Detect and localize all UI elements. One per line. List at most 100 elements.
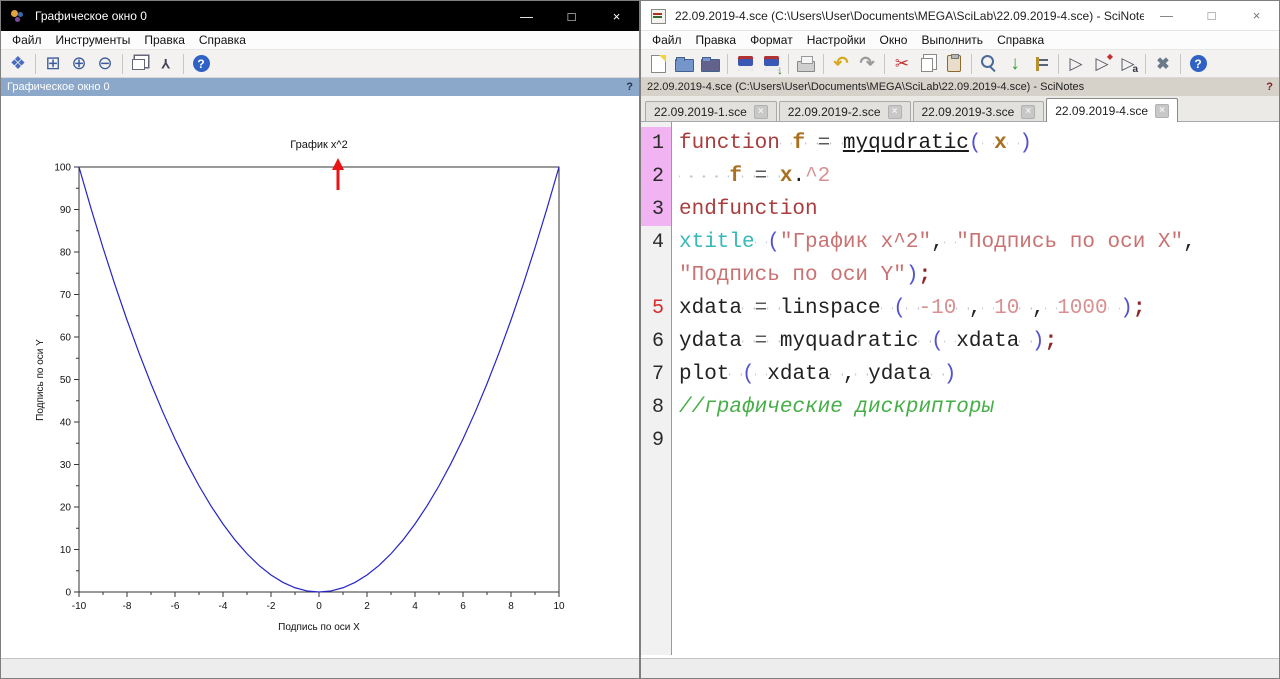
plot-xlabel: Подпись по оси X [278, 622, 360, 633]
code-line: 5 xdata = linspace ( -10 , 10 , 1000 ); [641, 292, 1279, 325]
zoom-out-icon[interactable] [93, 52, 117, 75]
preferences-icon[interactable] [1151, 52, 1175, 75]
run-echo-icon[interactable] [1116, 52, 1140, 75]
open-file-icon[interactable] [672, 52, 696, 75]
tab-bar: 22.09.2019-1.sce × 22.09.2019-2.sce × 22.09.… [641, 96, 1279, 122]
save-as-icon[interactable] [759, 52, 783, 77]
left-menubar: Файл Инструменты Правка Справка [1, 31, 639, 50]
tab-1[interactable]: 22.09.2019-1.sce × [645, 101, 777, 121]
figure-info-bar: Графическое окно 0 ? [1, 78, 639, 96]
code-line: 3 endfunction [641, 193, 1279, 226]
run-icon[interactable] [1064, 52, 1088, 75]
minimize-button[interactable]: — [504, 1, 549, 31]
code-line: 8 //графические дискрипторы [641, 391, 1279, 424]
right-statusbar [641, 658, 1279, 678]
menu-item-2[interactable]: Формат [743, 33, 800, 47]
line-number: 2 [641, 160, 671, 193]
plot-title: График x^2 [290, 139, 347, 151]
import-icon[interactable] [1003, 52, 1027, 75]
svg-text:-8: -8 [123, 601, 132, 612]
menu-item-3[interactable]: Настройки [800, 33, 873, 47]
tab-label: 22.09.2019-4.sce [1055, 103, 1148, 118]
run-save-icon[interactable] [1090, 52, 1114, 75]
menu-item-4[interactable]: Окно [873, 33, 915, 47]
open-recent-icon[interactable] [698, 52, 722, 75]
cut-icon[interactable] [890, 52, 914, 75]
copy-figure-icon[interactable] [128, 52, 152, 75]
close-button[interactable]: × [1234, 1, 1279, 30]
plot-ticks: -10 -8 -6 -4 -2 0 2 4 6 8 100102030405060708090100 [54, 163, 565, 613]
code-editor[interactable]: 1 function f = myqudratic( x ) 2 f = x.^2 3… [641, 122, 1279, 655]
right-menubar: Файл Правка Формат Настройки Окно Выполнить Сп… [641, 31, 1279, 50]
svg-text:40: 40 [60, 418, 72, 429]
menu-item-0[interactable]: Файл [5, 33, 49, 47]
tab-close-icon[interactable]: × [887, 104, 902, 119]
tab-close-icon[interactable]: × [1155, 103, 1169, 118]
menu-item-1[interactable]: Инструменты [49, 33, 138, 47]
menu-item-3[interactable]: Справка [192, 33, 253, 47]
paste-icon[interactable] [942, 52, 966, 75]
svg-text:-6: -6 [171, 601, 180, 612]
redo-icon[interactable] [855, 52, 879, 75]
plot-frame [78, 166, 560, 593]
svg-text:60: 60 [60, 333, 72, 344]
plot-ylabel: Подпись по оси Y [35, 339, 46, 421]
figure-help-icon[interactable]: ? [626, 81, 633, 93]
left-statusbar [1, 658, 639, 678]
svg-text:6: 6 [460, 601, 466, 612]
find-icon[interactable] [977, 52, 1001, 75]
print-icon[interactable] [794, 52, 818, 75]
svg-text:80: 80 [60, 248, 72, 259]
line-number: 1 [641, 127, 671, 160]
svg-text:-4: -4 [219, 601, 228, 612]
toolbar-separator [183, 53, 184, 74]
tab-3[interactable]: 22.09.2019-3.sce × [912, 101, 1045, 121]
code-text: //графические дискрипторы [679, 396, 995, 419]
toolbar-separator [1058, 53, 1059, 74]
scinotes-logo-icon [650, 8, 666, 24]
right-titlebar: 22.09.2019-4.sce (C:\Users\User\Document… [641, 1, 1279, 31]
copy-icon[interactable] [916, 52, 940, 75]
code-text: xdata = linspace ( -10 , 10 , 1000 ); [679, 297, 1146, 320]
close-button[interactable]: × [594, 1, 639, 31]
svg-text:2: 2 [364, 601, 370, 612]
scinotes-help-icon[interactable]: ? [1266, 81, 1273, 93]
export-figure-icon[interactable] [6, 52, 30, 75]
help-icon[interactable] [189, 52, 213, 75]
menu-item-5[interactable]: Выполнить [914, 33, 990, 47]
code-line: 4 xtitle ("График x^2", "Подпись по оси X… [641, 226, 1279, 259]
tab-label: 22.09.2019-1.sce [654, 104, 747, 119]
undo-icon[interactable] [829, 52, 853, 75]
minimize-button[interactable]: — [1144, 1, 1189, 30]
new-file-icon[interactable] [646, 52, 670, 75]
code-line: 7 plot ( xdata , ydata ) [641, 358, 1279, 391]
line-number: 9 [651, 429, 664, 452]
left-window-title: Графическое окно 0 [35, 9, 147, 23]
code-text: endfunction [679, 198, 818, 221]
tab-2[interactable]: 22.09.2019-2.sce × [778, 101, 911, 121]
tab-close-icon[interactable]: × [1021, 104, 1036, 119]
maximize-button[interactable]: □ [1189, 1, 1234, 30]
rotate-icon[interactable] [154, 52, 178, 75]
tab-close-icon[interactable]: × [753, 104, 768, 119]
help-icon[interactable] [1186, 52, 1210, 75]
toolbar-separator [1145, 53, 1146, 74]
menu-item-0[interactable]: Файл [645, 33, 689, 47]
menu-item-6[interactable]: Справка [990, 33, 1051, 47]
line-number: 7 [651, 363, 664, 386]
zoom-area-icon[interactable] [41, 52, 65, 75]
code-tree-icon[interactable] [1029, 52, 1053, 75]
menu-item-2[interactable]: Правка [137, 33, 192, 47]
maximize-button[interactable]: □ [549, 1, 594, 31]
line-number: 8 [651, 396, 664, 419]
file-path-label: 22.09.2019-4.sce (C:\Users\User\Document… [647, 81, 1085, 93]
menu-item-1[interactable]: Правка [689, 33, 744, 47]
tab-label: 22.09.2019-2.sce [787, 104, 881, 119]
svg-text:70: 70 [60, 290, 72, 301]
save-icon[interactable] [733, 52, 757, 75]
parabola-curve [78, 166, 560, 593]
tab-4[interactable]: 22.09.2019-4.sce × [1046, 98, 1178, 122]
zoom-in-icon[interactable] [67, 52, 91, 75]
x-squared-plot: График x^2 Подпись по оси X Подпись по о… [35, 139, 565, 633]
plot-canvas[interactable]: График x^2 Подпись по оси X Подпись по о… [1, 96, 639, 655]
